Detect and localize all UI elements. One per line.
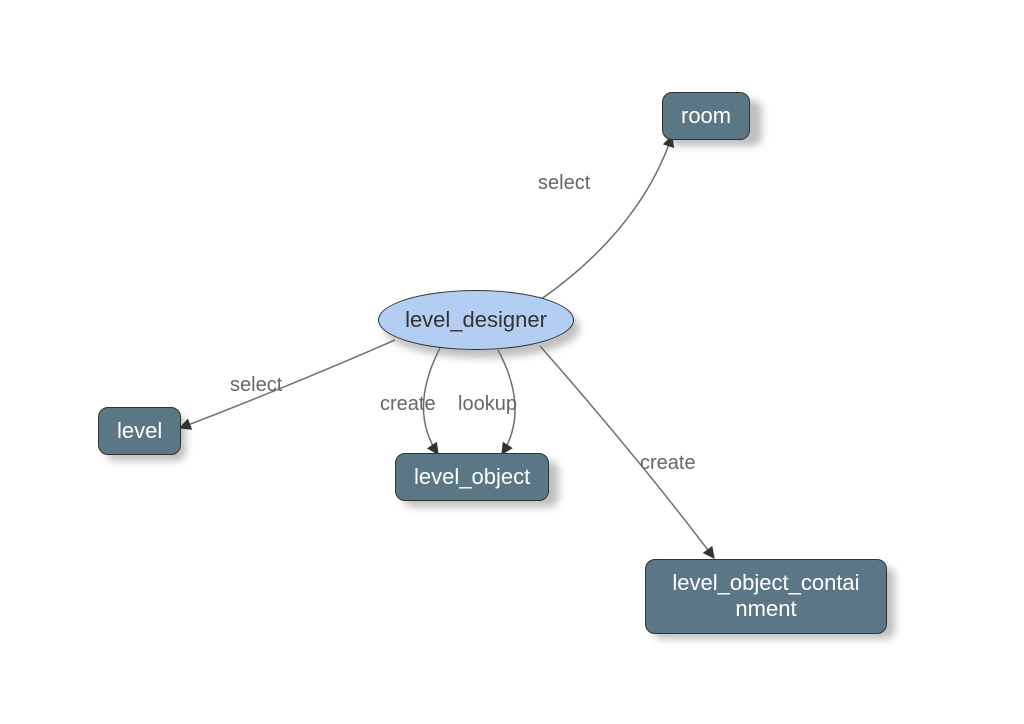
node-level[interactable]: level [98,407,181,455]
node-level-designer[interactable]: level_designer [378,290,574,350]
node-room[interactable]: room [662,92,750,140]
node-level-object[interactable]: level_object [395,453,549,501]
node-label: room [681,103,731,129]
edge-label-create: create [380,393,436,416]
node-label: level_designer [405,307,547,333]
edge-label-level: select [230,374,282,397]
node-label: level_object_contai nment [672,570,859,623]
node-level-object-containment[interactable]: level_object_contai nment [645,559,887,634]
edge-label-room: select [538,172,590,195]
edge-label-containment: create [640,452,696,475]
edge-to-room [540,136,672,300]
node-label: level_object [414,464,530,490]
node-label: level [117,418,162,444]
edge-label-lookup: lookup [458,393,517,416]
edge-to-level [180,340,395,428]
